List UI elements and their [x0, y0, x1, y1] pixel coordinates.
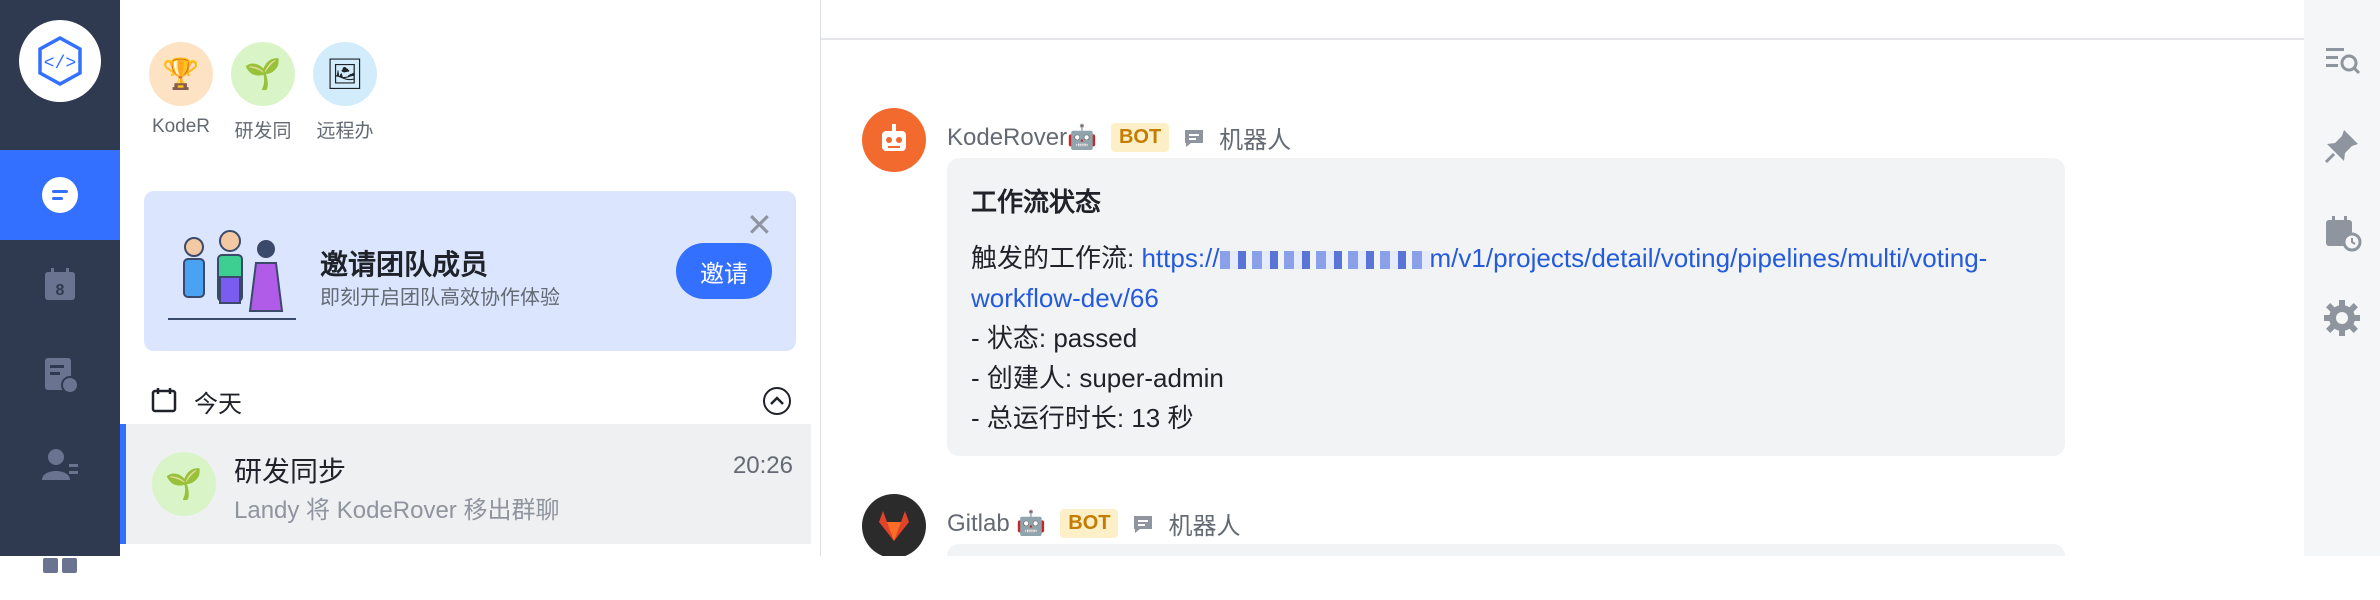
- docs-icon: [45, 358, 79, 394]
- recent-contact[interactable]: 🖼 远程办: [312, 42, 378, 143]
- conversation-list: 🏆 KodeR 🌱 研发同 🖼 远程办 邀请团队成员 即刻开启团队高效协作体验 …: [120, 0, 821, 556]
- picture-icon: 🖼: [313, 42, 377, 106]
- duration-line: - 总运行时长: 13 秒: [971, 403, 1194, 433]
- comment-icon: [1134, 515, 1153, 533]
- message: KodeRover🤖 BOT 机器人 工作流状态 触发的工作流: https:/…: [862, 108, 2162, 458]
- workflow-link-line: 触发的工作流: https://m/v1/projects/detail/vot…: [971, 238, 2046, 318]
- calendar-icon: 8: [45, 268, 75, 300]
- invite-banner-title: 邀请团队成员: [320, 249, 489, 280]
- recent-contact-name: KodeR: [151, 116, 211, 137]
- invite-button[interactable]: 邀请: [676, 243, 772, 299]
- workflow-status-card: 工作流状态 触发的工作流: https://m/v1/projects/deta…: [947, 158, 2065, 456]
- recent-contact-name: 远程办: [316, 121, 374, 142]
- settings-icon[interactable]: [2322, 298, 2362, 338]
- nav-contacts[interactable]: [0, 420, 120, 510]
- team-illustration-icon: [168, 230, 296, 320]
- svg-text:8: 8: [56, 282, 65, 299]
- redacted-block: [1219, 251, 1430, 270]
- message-card: [947, 544, 2065, 556]
- close-icon[interactable]: ✕: [746, 209, 773, 241]
- gitlab-icon: [879, 511, 909, 541]
- calendar-icon: [151, 388, 177, 413]
- schedule-icon[interactable]: [2322, 212, 2362, 252]
- robot-label: 机器人: [1168, 513, 1241, 540]
- conversation-item[interactable]: 🌱 研发同步 20:26 Landy 将 KodeRover 移出群聊: [120, 424, 811, 544]
- message-header: KodeRover🤖 BOT 机器人: [947, 120, 1291, 155]
- message: Gitlab 🤖 BOT 机器人: [862, 494, 2162, 556]
- today-label: 今天: [194, 391, 242, 418]
- nav-apps[interactable]: [0, 510, 120, 600]
- pin-icon[interactable]: [2322, 126, 2362, 166]
- code-logo-icon: </>: [38, 36, 82, 86]
- bot-badge: BOT: [1110, 123, 1170, 152]
- svg-text:</>: </>: [44, 54, 76, 74]
- recent-contact[interactable]: 🌱 研发同: [230, 42, 296, 143]
- workflow-link-prefix: 触发的工作流:: [971, 243, 1142, 273]
- bot-badge: BOT: [1060, 509, 1119, 538]
- trophy-icon: 🏆: [149, 42, 213, 106]
- apps-icon: [43, 558, 77, 573]
- invite-banner: 邀请团队成员 即刻开启团队高效协作体验 邀请 ✕: [144, 191, 796, 351]
- recent-contact-name: 研发同: [234, 121, 292, 142]
- sender-name[interactable]: KodeRover🤖: [947, 123, 1097, 152]
- status-line: - 状态: passed: [971, 323, 1138, 353]
- nav-messages[interactable]: [0, 150, 120, 240]
- right-toolbar: [2304, 0, 2380, 556]
- card-title: 工作流状态: [971, 187, 1102, 217]
- nav-docs[interactable]: [0, 330, 120, 420]
- robot-avatar-icon[interactable]: [862, 108, 926, 172]
- conversation-preview: Landy 将 KodeRover 移出群聊: [234, 497, 560, 524]
- invite-banner-subtitle: 即刻开启团队高效协作体验: [320, 287, 560, 309]
- divider: [821, 38, 2304, 40]
- app-logo[interactable]: </>: [19, 20, 101, 102]
- nav-calendar[interactable]: 8: [0, 240, 120, 330]
- gitlab-avatar-icon[interactable]: [862, 494, 926, 556]
- today-section-header[interactable]: 今天: [120, 380, 820, 420]
- chat-icon: [42, 177, 78, 213]
- message-header: Gitlab 🤖 BOT 机器人: [947, 506, 1240, 541]
- message-pane: KodeRover🤖 BOT 机器人 工作流状态 触发的工作流: https:/…: [821, 0, 2304, 556]
- robot-icon: [882, 124, 906, 151]
- plant-icon: 🌱: [231, 42, 295, 106]
- workflow-link-start[interactable]: https://: [1141, 243, 1219, 273]
- robot-label: 机器人: [1219, 127, 1292, 154]
- creator-line: - 创建人: super-admin: [971, 363, 1224, 393]
- chevron-up-icon[interactable]: [762, 386, 792, 416]
- contacts-icon: [42, 449, 78, 480]
- search-list-icon[interactable]: [2322, 40, 2362, 80]
- conversation-title: 研发同步: [234, 456, 347, 487]
- plant-icon: 🌱: [152, 452, 216, 516]
- comment-icon: [1185, 129, 1204, 147]
- recent-contact[interactable]: 🏆 KodeR: [148, 42, 214, 138]
- conversation-time: 20:26: [732, 452, 793, 479]
- navigation-rail: </> 8: [0, 0, 120, 573]
- sender-name[interactable]: Gitlab 🤖: [947, 509, 1046, 538]
